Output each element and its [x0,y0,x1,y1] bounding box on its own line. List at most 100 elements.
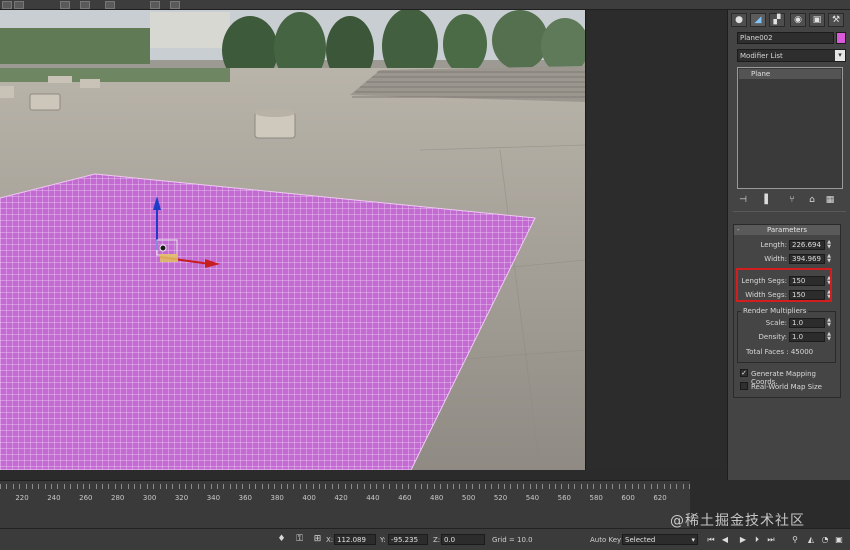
timeline-tick [478,484,480,489]
play-icon[interactable]: ▶ [738,534,748,545]
timeline-tick [338,484,340,489]
modifier-list-dropdown[interactable]: Modifier List ▾ [737,49,846,62]
remove-modifier-icon[interactable]: ⌂ [806,194,818,206]
perspective-viewport[interactable] [0,10,586,470]
make-unique-icon[interactable]: ⑂ [786,194,798,206]
timeline-tick [504,484,506,489]
timeline-tick [421,484,423,489]
generate-mapping-checkbox[interactable]: ✓ [740,369,748,377]
timeline-tick [312,484,314,489]
modify-tab[interactable]: ◢ [750,13,766,27]
timeline-ruler[interactable]: 220 240 260 280 300 320 340 360 380 400 420 440 460 4… [0,480,691,528]
timeline-tick [618,484,620,489]
key-icon[interactable]: ⚿ [294,534,305,545]
timeline-tick [484,484,486,489]
utilities-tab[interactable]: ⚒ [828,13,844,27]
z-coordinate-field[interactable]: 0.0 [441,534,485,545]
timeline-tick [472,484,474,489]
timeline-tick [446,484,448,489]
stack-item-plane[interactable]: Plane [739,69,841,79]
x-coordinate-field[interactable]: 112.089 [334,534,376,545]
timeline-tick [6,484,8,489]
density-spinner[interactable]: ▲ ▼ [826,332,832,342]
configure-modifier-sets-icon[interactable]: ▦ [824,194,836,206]
timeline-tick [0,484,1,489]
create-tab[interactable]: ● [731,13,747,27]
scale-field[interactable]: 1.0 [789,318,825,328]
width-spinner[interactable]: ▲ ▼ [826,254,832,264]
length-spinner[interactable]: ▲ ▼ [826,240,832,250]
orbit-icon[interactable]: ◔ [820,534,830,545]
timeline-tick [248,484,250,489]
toolbar-button[interactable] [2,1,12,9]
checkmark-icon: ✓ [741,369,747,377]
object-color-swatch[interactable] [836,32,846,44]
scale-label: Scale: [765,319,787,327]
timeline-tick [465,484,467,489]
timeline-tick [76,484,78,489]
parameters-rollout: - Parameters Length: 226.694 ▲ ▼ Width: 3… [733,224,841,398]
timeline-tick [382,484,384,489]
real-world-map-size-label: Real-World Map Size [751,383,822,391]
y-coordinate-field[interactable]: -95.235 [388,534,428,545]
timeline-tick [25,484,27,489]
timeline-tick [440,484,442,489]
timeline-tick [299,484,301,489]
toolbar-button[interactable] [105,1,115,9]
show-end-result-icon[interactable]: ▌ [762,194,774,206]
pin-stack-icon[interactable]: ⊣ [737,194,749,206]
display-tab[interactable]: ▣ [809,13,825,27]
viewport-gap [587,10,727,470]
timeline-tick [19,484,21,489]
go-to-start-icon[interactable]: ⏮ [706,534,716,545]
width-field[interactable]: 394.969 [789,254,825,264]
parameters-rollout-header[interactable]: - Parameters [734,225,840,235]
timeline-tick [229,484,231,489]
hierarchy-tab[interactable]: ▞ [769,13,785,27]
timeline-tick [606,484,608,489]
toolbar-button[interactable] [150,1,160,9]
timeline-tick-label: 300 [142,494,157,502]
z-label: Z: [433,536,441,544]
scale-spinner[interactable]: ▲ ▼ [826,318,832,328]
go-to-end-icon[interactable]: ⏭ [766,534,776,545]
timeline-tick [663,484,665,489]
timeline-tick [689,484,691,489]
toolbar-button[interactable] [170,1,180,9]
utilities-icon: ⚒ [831,15,841,25]
x-label: X: [326,536,334,544]
total-faces-readout: Total Faces : 45000 [746,348,814,356]
zoom-icon[interactable]: ⚲ [790,534,800,545]
modifier-stack[interactable]: Plane [737,67,843,189]
timeline-tick [140,484,142,489]
frame-ruler[interactable]: 220 240 260 280 300 320 340 360 380 400 420 440 460 4… [0,484,691,506]
timeline-tick [535,484,537,489]
timeline-tick-label: 540 [525,494,540,502]
timeline-tick [153,484,155,489]
object-name-field[interactable]: Plane002 [737,32,834,44]
modifier-list-label: Modifier List [740,52,783,60]
timeline-tick [376,484,378,489]
next-frame-icon[interactable]: ⏵ [752,534,762,545]
toolbar-button[interactable] [14,1,24,9]
timeline-tick [523,484,525,489]
key-filter-dropdown[interactable]: Selected ▾ [622,534,698,545]
timeline-tick [510,484,512,489]
length-field[interactable]: 226.694 [789,240,825,250]
density-field[interactable]: 1.0 [789,332,825,342]
real-world-map-size-checkbox[interactable] [740,382,748,390]
auto-key-button[interactable]: Auto Key [590,536,621,544]
field-of-view-icon[interactable]: ◭ [806,534,816,545]
motion-tab[interactable]: ◉ [790,13,806,27]
lock-selection-icon[interactable]: ♦ [276,534,287,545]
timeline-tick [350,484,352,489]
absolute-mode-icon[interactable]: ⊞ [312,534,323,545]
timeline-tick [452,484,454,489]
chevron-down-icon[interactable]: ▾ [835,50,845,61]
toolbar-button[interactable] [80,1,90,9]
previous-frame-icon[interactable]: ◀ [720,534,730,545]
toolbar-button[interactable] [60,1,70,9]
maximize-viewport-icon[interactable]: ▣ [834,534,844,545]
timeline-tick [401,484,403,489]
timeline-tick [319,484,320,489]
